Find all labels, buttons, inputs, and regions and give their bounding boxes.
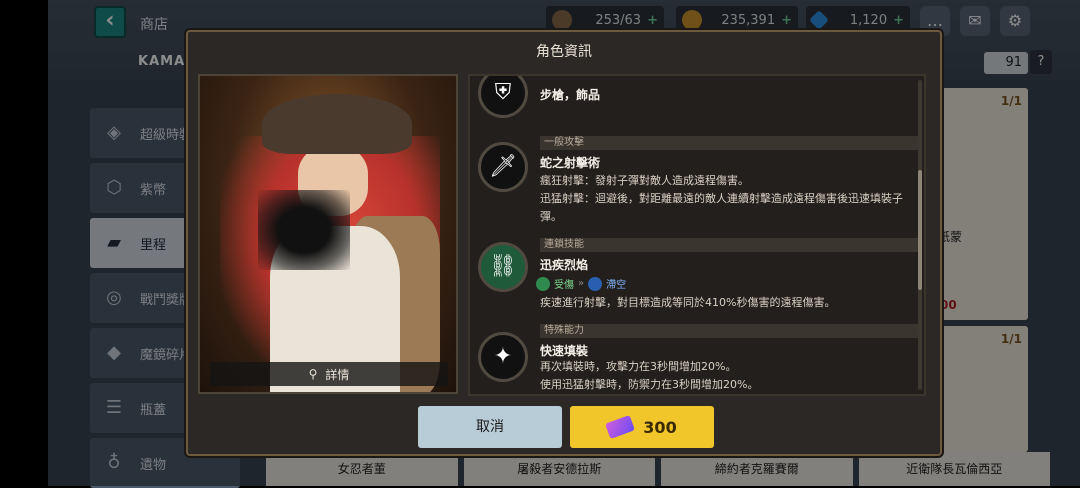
- mileage-ticket-icon: [605, 415, 636, 439]
- section-category: 特殊能力: [540, 324, 918, 338]
- cancel-button[interactable]: 取消: [418, 406, 562, 448]
- skill-desc-line: 迅猛射擊：迴避後，對距離最遠的敵人連續射擊造成遠程傷害後迅速填裝子彈。: [540, 192, 903, 223]
- weapon-type: 步槍，飾品: [540, 88, 601, 102]
- skill-desc-line: 使用迅猛射擊時，防禦力在3秒間增加20%。: [540, 378, 759, 391]
- skill-desc: 瘋狂射擊：發射子彈對敵人造成遠程傷害。 迅猛射擊：迴避後，對距離最遠的敵人連續射…: [540, 172, 910, 226]
- section-category: 一般攻擊: [540, 136, 918, 150]
- skill-name: 迅疾烈焰: [540, 258, 589, 272]
- dialog-title: 角色資訊: [536, 44, 592, 60]
- character-info-dialog: 角色資訊 ⚲ 詳情 ⛨ 步槍，飾品 一般攻擊 🗡 蛇之射擊術 瘋狂射擊：發射子彈…: [186, 30, 942, 456]
- purchase-button[interactable]: 300: [570, 406, 714, 448]
- chain-skill-icon: ⛓: [478, 242, 528, 292]
- airborne-icon: [588, 276, 603, 291]
- scrollbar[interactable]: [918, 80, 922, 390]
- skill-info-panel[interactable]: ⛨ 步槍，飾品 一般攻擊 🗡 蛇之射擊術 瘋狂射擊：發射子彈對敵人造成遠程傷害。…: [468, 74, 926, 396]
- rifle-accessory-icon: ⛨: [478, 76, 528, 118]
- skill-name: 快速填裝: [540, 344, 589, 358]
- chevron-right-icon: »: [578, 278, 585, 289]
- scrollbar-thumb[interactable]: [918, 170, 922, 290]
- skill-name: 蛇之射擊術: [540, 156, 601, 170]
- skill-desc: 疾速進行射擊，對目標造成等同於410%秒傷害的遠程傷害。: [540, 296, 836, 309]
- detail-button[interactable]: ⚲ 詳情: [210, 362, 448, 386]
- purchase-price: 300: [643, 417, 677, 437]
- skill-tags: 受傷 » 滯空: [536, 276, 626, 291]
- tag-airborne: 滯空: [606, 280, 627, 291]
- sparkle-icon: ✦: [478, 332, 528, 382]
- tag-wound: 受傷: [554, 280, 574, 291]
- section-category: 連鎖技能: [540, 238, 918, 252]
- portrait-hat: [262, 94, 412, 154]
- dagger-icon: 🗡: [478, 142, 528, 192]
- skill-desc: 再次填裝時，攻擊力在3秒間增加20%。 使用迅猛射擊時，防禦力在3秒間增加20%…: [540, 358, 910, 394]
- character-portrait: ⚲ 詳情: [198, 74, 458, 394]
- magnifier-icon: ⚲: [308, 367, 318, 381]
- skill-desc-line: 再次填裝時，攻擊力在3秒間增加20%。: [540, 360, 737, 373]
- wound-icon: [536, 276, 550, 291]
- skill-desc-line: 瘋狂射擊：發射子彈對敵人造成遠程傷害。: [540, 174, 749, 187]
- detail-label: 詳情: [325, 367, 350, 382]
- censor-blur: [258, 190, 350, 270]
